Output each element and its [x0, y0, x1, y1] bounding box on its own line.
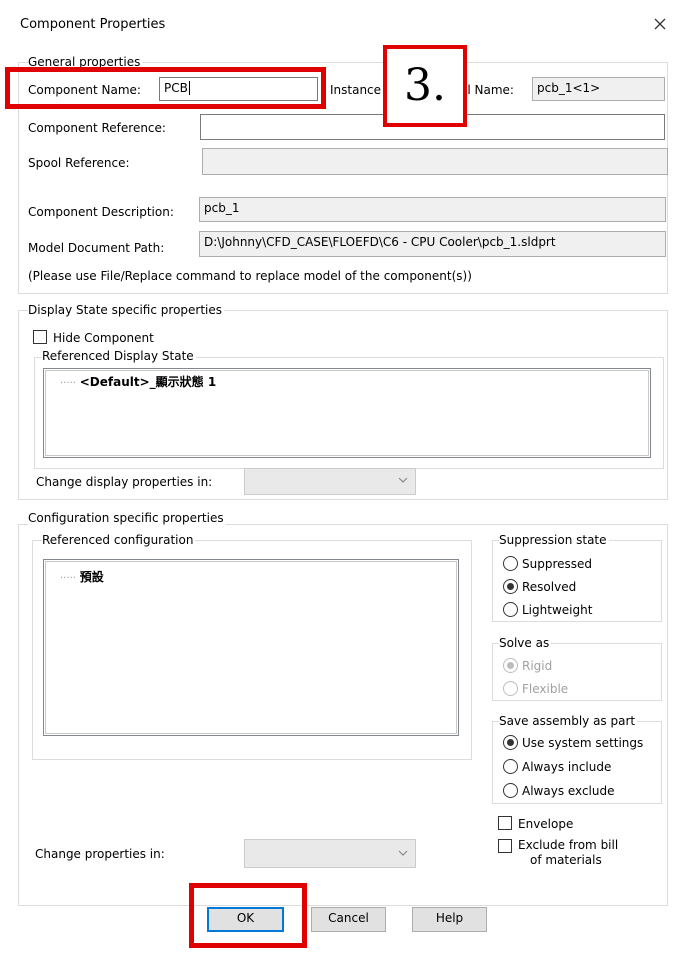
configuration-legend: Configuration specific properties	[28, 511, 226, 525]
flexible-radio	[503, 681, 518, 696]
dialog-title: Component Properties	[20, 17, 166, 32]
display-state-list[interactable]: ····· <Default>_顯示狀態 1	[43, 368, 651, 458]
solve-as-group	[492, 643, 662, 701]
instance-label: Instance	[330, 83, 382, 97]
help-button[interactable]: Help	[412, 907, 487, 932]
exclude-bom-label-line1[interactable]: Exclude from bill	[518, 838, 618, 852]
always-exclude-label[interactable]: Always exclude	[522, 784, 614, 798]
change-properties-label: Change properties in:	[35, 847, 165, 861]
change-display-dropdown[interactable]	[244, 468, 416, 495]
component-reference-label: Component Reference:	[28, 121, 166, 135]
cancel-button[interactable]: Cancel	[311, 907, 386, 932]
component-properties-dialog: Component Properties General properties …	[0, 0, 674, 956]
tree-dots: ·····	[60, 573, 76, 584]
chevron-down-icon	[397, 474, 409, 489]
model-document-path-field: D:\Johnny\CFD_CASE\FLOEFD\C6 - CPU Coole…	[199, 231, 666, 257]
configuration-item[interactable]: ····· 預設	[60, 570, 104, 586]
referenced-configuration-legend: Referenced configuration	[42, 533, 196, 547]
component-description-value: pcb_1	[204, 201, 240, 215]
full-name-label: ll Name:	[464, 83, 514, 97]
change-display-label: Change display properties in:	[36, 475, 213, 489]
chevron-down-icon	[397, 847, 409, 862]
component-name-highlight	[5, 67, 326, 109]
suppression-state-legend: Suppression state	[499, 533, 609, 547]
use-system-settings-label[interactable]: Use system settings	[522, 736, 643, 750]
lightweight-label[interactable]: Lightweight	[522, 603, 592, 617]
hide-component-label[interactable]: Hide Component	[53, 331, 154, 345]
tree-dots: ·····	[60, 378, 76, 389]
step-label: 3.	[404, 60, 446, 111]
change-properties-dropdown[interactable]	[244, 839, 416, 868]
replace-note: (Please use File/Replace command to repl…	[28, 269, 472, 283]
referenced-display-state-legend: Referenced Display State	[42, 349, 196, 363]
always-exclude-radio[interactable]	[503, 783, 518, 798]
display-state-item-label: <Default>_顯示狀態 1	[79, 375, 217, 389]
display-state-item[interactable]: ····· <Default>_顯示狀態 1	[60, 375, 216, 391]
spool-reference-label: Spool Reference:	[28, 156, 130, 170]
hide-component-checkbox[interactable]	[33, 330, 47, 344]
suppressed-label[interactable]: Suppressed	[522, 557, 592, 571]
always-include-radio[interactable]	[503, 759, 518, 774]
spool-reference-field	[202, 148, 668, 175]
model-document-path-value: D:\Johnny\CFD_CASE\FLOEFD\C6 - CPU Coole…	[204, 235, 556, 249]
full-name-value: pcb_1<1>	[537, 81, 601, 95]
display-state-legend: Display State specific properties	[28, 303, 225, 317]
component-description-label: Component Description:	[28, 205, 174, 219]
model-document-path-label: Model Document Path:	[28, 241, 165, 255]
flexible-label: Flexible	[522, 682, 569, 696]
ok-button-highlight	[189, 883, 307, 948]
resolved-label[interactable]: Resolved	[522, 580, 576, 594]
envelope-label[interactable]: Envelope	[518, 817, 573, 831]
lightweight-radio[interactable]	[503, 602, 518, 617]
use-system-settings-radio[interactable]	[503, 735, 518, 750]
save-assembly-legend: Save assembly as part	[499, 714, 638, 728]
exclude-bom-label-line2[interactable]: of materials	[530, 853, 602, 867]
solve-as-legend: Solve as	[499, 636, 552, 650]
configuration-list[interactable]: ····· 預設	[43, 559, 459, 736]
resolved-radio[interactable]	[503, 579, 518, 594]
envelope-checkbox[interactable]	[498, 816, 512, 830]
rigid-label: Rigid	[522, 659, 553, 673]
always-include-label[interactable]: Always include	[522, 760, 611, 774]
configuration-item-label: 預設	[79, 570, 104, 584]
full-name-field: pcb_1<1>	[532, 77, 665, 101]
exclude-bom-checkbox[interactable]	[498, 839, 512, 853]
suppressed-radio[interactable]	[503, 556, 518, 571]
close-icon[interactable]	[651, 15, 669, 33]
rigid-radio	[503, 658, 518, 673]
component-description-field: pcb_1	[199, 197, 666, 222]
